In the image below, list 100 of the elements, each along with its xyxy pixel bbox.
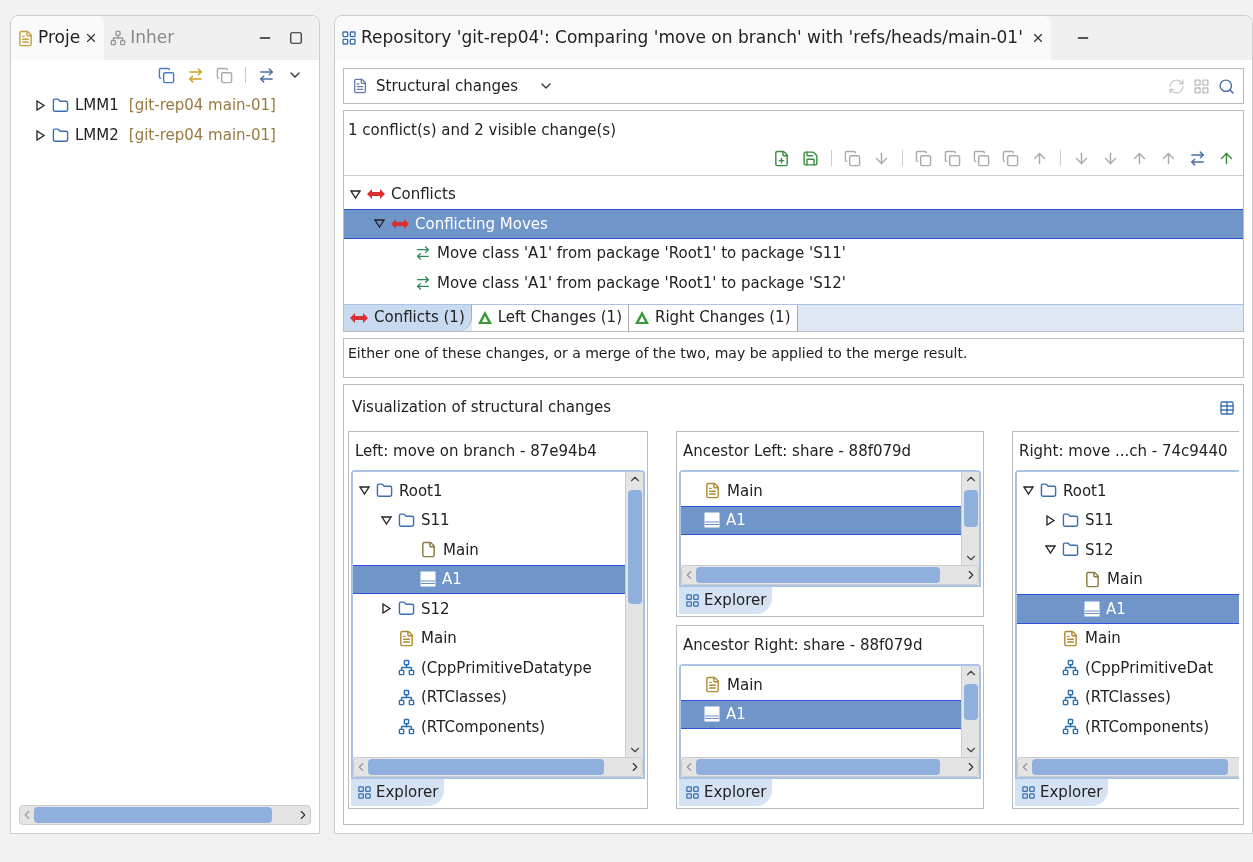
- repository-label: [git-rep04 main-01]: [128, 94, 276, 116]
- class-icon: [704, 706, 720, 723]
- scroll-thumb[interactable]: [696, 759, 940, 775]
- tree-item-label: (RTClasses): [421, 687, 507, 708]
- tree-item-label: S11: [421, 510, 450, 531]
- tree-item[interactable]: S11: [1017, 505, 1239, 535]
- tree-item-label: (RTComponents): [421, 716, 546, 738]
- vertical-scrollbar[interactable]: [625, 472, 643, 757]
- pane-title: Ancestor Right: share - 88f079d: [682, 634, 924, 656]
- tree-item[interactable]: (RTClasses): [353, 682, 625, 712]
- explorer-tab[interactable]: Explorer: [679, 587, 773, 614]
- tree-item[interactable]: S12: [353, 594, 625, 624]
- changes-tab[interactable]: Left Changes (1): [471, 304, 629, 331]
- expand-toggle-icon[interactable]: [381, 603, 392, 615]
- expand-toggle-icon[interactable]: [1023, 485, 1034, 497]
- tree-item[interactable]: Root1: [353, 476, 625, 506]
- tree-item[interactable]: (RTComponents): [1017, 712, 1239, 742]
- tree-item-label: S11: [1085, 510, 1114, 531]
- document-icon: [1062, 629, 1079, 647]
- tree-item[interactable]: Move class 'A1' from package 'Root1' to package 'S11': [344, 238, 1243, 268]
- export-icon[interactable]: [773, 149, 790, 167]
- project-folder-icon: [52, 126, 69, 144]
- tree-item-label: A1: [726, 510, 746, 531]
- visualization-title: Visualization of structural changes: [352, 397, 613, 419]
- tree-item-label: Main: [421, 628, 457, 649]
- scroll-thumb[interactable]: [963, 490, 978, 528]
- scroll-thumb[interactable]: [1032, 759, 1228, 775]
- scroll-thumb[interactable]: [34, 807, 272, 823]
- tree-item-label: A1: [1106, 598, 1126, 620]
- tree-item[interactable]: S12: [1017, 535, 1239, 565]
- tree-item[interactable]: Main: [353, 623, 625, 653]
- tree-item-label: A1: [726, 704, 746, 725]
- vertical-scrollbar[interactable]: [961, 472, 979, 565]
- tree-item[interactable]: Main: [1017, 564, 1239, 594]
- tree-item[interactable]: Main: [353, 535, 625, 565]
- tree-item-label: (CppPrimitiveDat: [1085, 657, 1214, 679]
- changes-tab[interactable]: Right Changes (1): [629, 304, 798, 331]
- tree-item[interactable]: Root1: [1017, 476, 1239, 506]
- horizontal-scrollbar[interactable]: [681, 757, 979, 777]
- copy-icon[interactable]: [216, 66, 233, 84]
- tree-item-label: A1: [442, 569, 462, 590]
- view-tab[interactable]: Proje: [11, 16, 105, 60]
- scroll-thumb[interactable]: [696, 567, 940, 583]
- reference-icon: [398, 718, 415, 736]
- tree-item[interactable]: Main: [681, 670, 961, 700]
- editor-tab[interactable]: Repository 'git-rep04': Comparing 'move on branch' with 'refs/heads/main-01': [335, 16, 1051, 60]
- table-icon[interactable]: [1219, 399, 1235, 416]
- explorer-tab[interactable]: Explorer: [679, 779, 773, 806]
- tree-item-label: S12: [421, 598, 450, 620]
- expand-toggle-icon[interactable]: [35, 99, 46, 111]
- expand-toggle-icon[interactable]: [35, 129, 46, 141]
- horizontal-scrollbar[interactable]: [353, 757, 643, 777]
- explorer-tab[interactable]: Explorer: [351, 779, 445, 806]
- class-icon: [420, 571, 436, 588]
- scroll-thumb[interactable]: [627, 490, 642, 604]
- project-folder-icon: [52, 96, 69, 114]
- expand-toggle-icon[interactable]: [374, 218, 385, 230]
- tree-item[interactable]: (RTComponents): [353, 712, 625, 742]
- package-folder-icon: [1062, 541, 1079, 559]
- horizontal-scrollbar[interactable]: [19, 805, 311, 825]
- tree-item[interactable]: Move class 'A1' from package 'Root1' to package 'S12': [344, 268, 1243, 298]
- tree-item[interactable]: (CppPrimitiveDatatype: [353, 653, 625, 683]
- tree-item[interactable]: S11: [353, 505, 625, 535]
- tree-item[interactable]: Conflicts: [344, 179, 1243, 209]
- reference-icon: [1062, 718, 1079, 736]
- tree-item[interactable]: Main: [681, 476, 961, 506]
- package-folder-icon: [398, 511, 415, 529]
- reference-icon: [1062, 688, 1079, 706]
- tree-item[interactable]: (CppPrimitiveDat: [1017, 653, 1239, 683]
- move-icon: [415, 245, 431, 262]
- layout-icon[interactable]: [1193, 77, 1210, 95]
- copy-icon[interactable]: [844, 149, 861, 167]
- expand-toggle-icon[interactable]: [381, 514, 392, 526]
- sync-icon[interactable]: [1168, 77, 1185, 95]
- pane-title: Left: move on branch - 87e94b4: [354, 440, 598, 462]
- changes-tab[interactable]: Conflicts (1): [344, 304, 472, 331]
- scroll-thumb[interactable]: [368, 759, 604, 775]
- conflict-icon: [391, 218, 409, 229]
- maximize-icon[interactable]: [289, 31, 303, 45]
- tree-item-label: Root1: [399, 480, 443, 502]
- tab-label: Proje: [38, 26, 81, 50]
- tree-item-label: (CppPrimitiveDatatype: [421, 657, 592, 679]
- tree-item[interactable]: (RTClasses): [1017, 682, 1239, 712]
- vertical-scrollbar[interactable]: [961, 666, 979, 757]
- search-icon[interactable]: [1218, 77, 1235, 95]
- tree-item[interactable]: LMM1 [git-rep04 main-01]: [11, 90, 319, 120]
- file-icon: [1084, 570, 1101, 588]
- scroll-thumb[interactable]: [963, 684, 978, 721]
- tree-item[interactable]: Main: [1017, 623, 1239, 653]
- tree-item-label: Conflicts: [391, 184, 456, 205]
- horizontal-scrollbar[interactable]: [681, 565, 979, 585]
- viewer-name[interactable]: Structural changes: [376, 74, 519, 98]
- horizontal-scrollbar[interactable]: [1017, 757, 1239, 777]
- expand-toggle-icon[interactable]: [350, 188, 361, 200]
- tree-item[interactable]: LMM2 [git-rep04 main-01]: [11, 120, 319, 150]
- expand-toggle-icon[interactable]: [1045, 514, 1056, 526]
- explorer-tab[interactable]: Explorer: [1015, 779, 1109, 806]
- expand-toggle-icon[interactable]: [1045, 544, 1056, 556]
- save-icon[interactable]: [802, 149, 819, 167]
- expand-toggle-icon[interactable]: [359, 485, 370, 497]
